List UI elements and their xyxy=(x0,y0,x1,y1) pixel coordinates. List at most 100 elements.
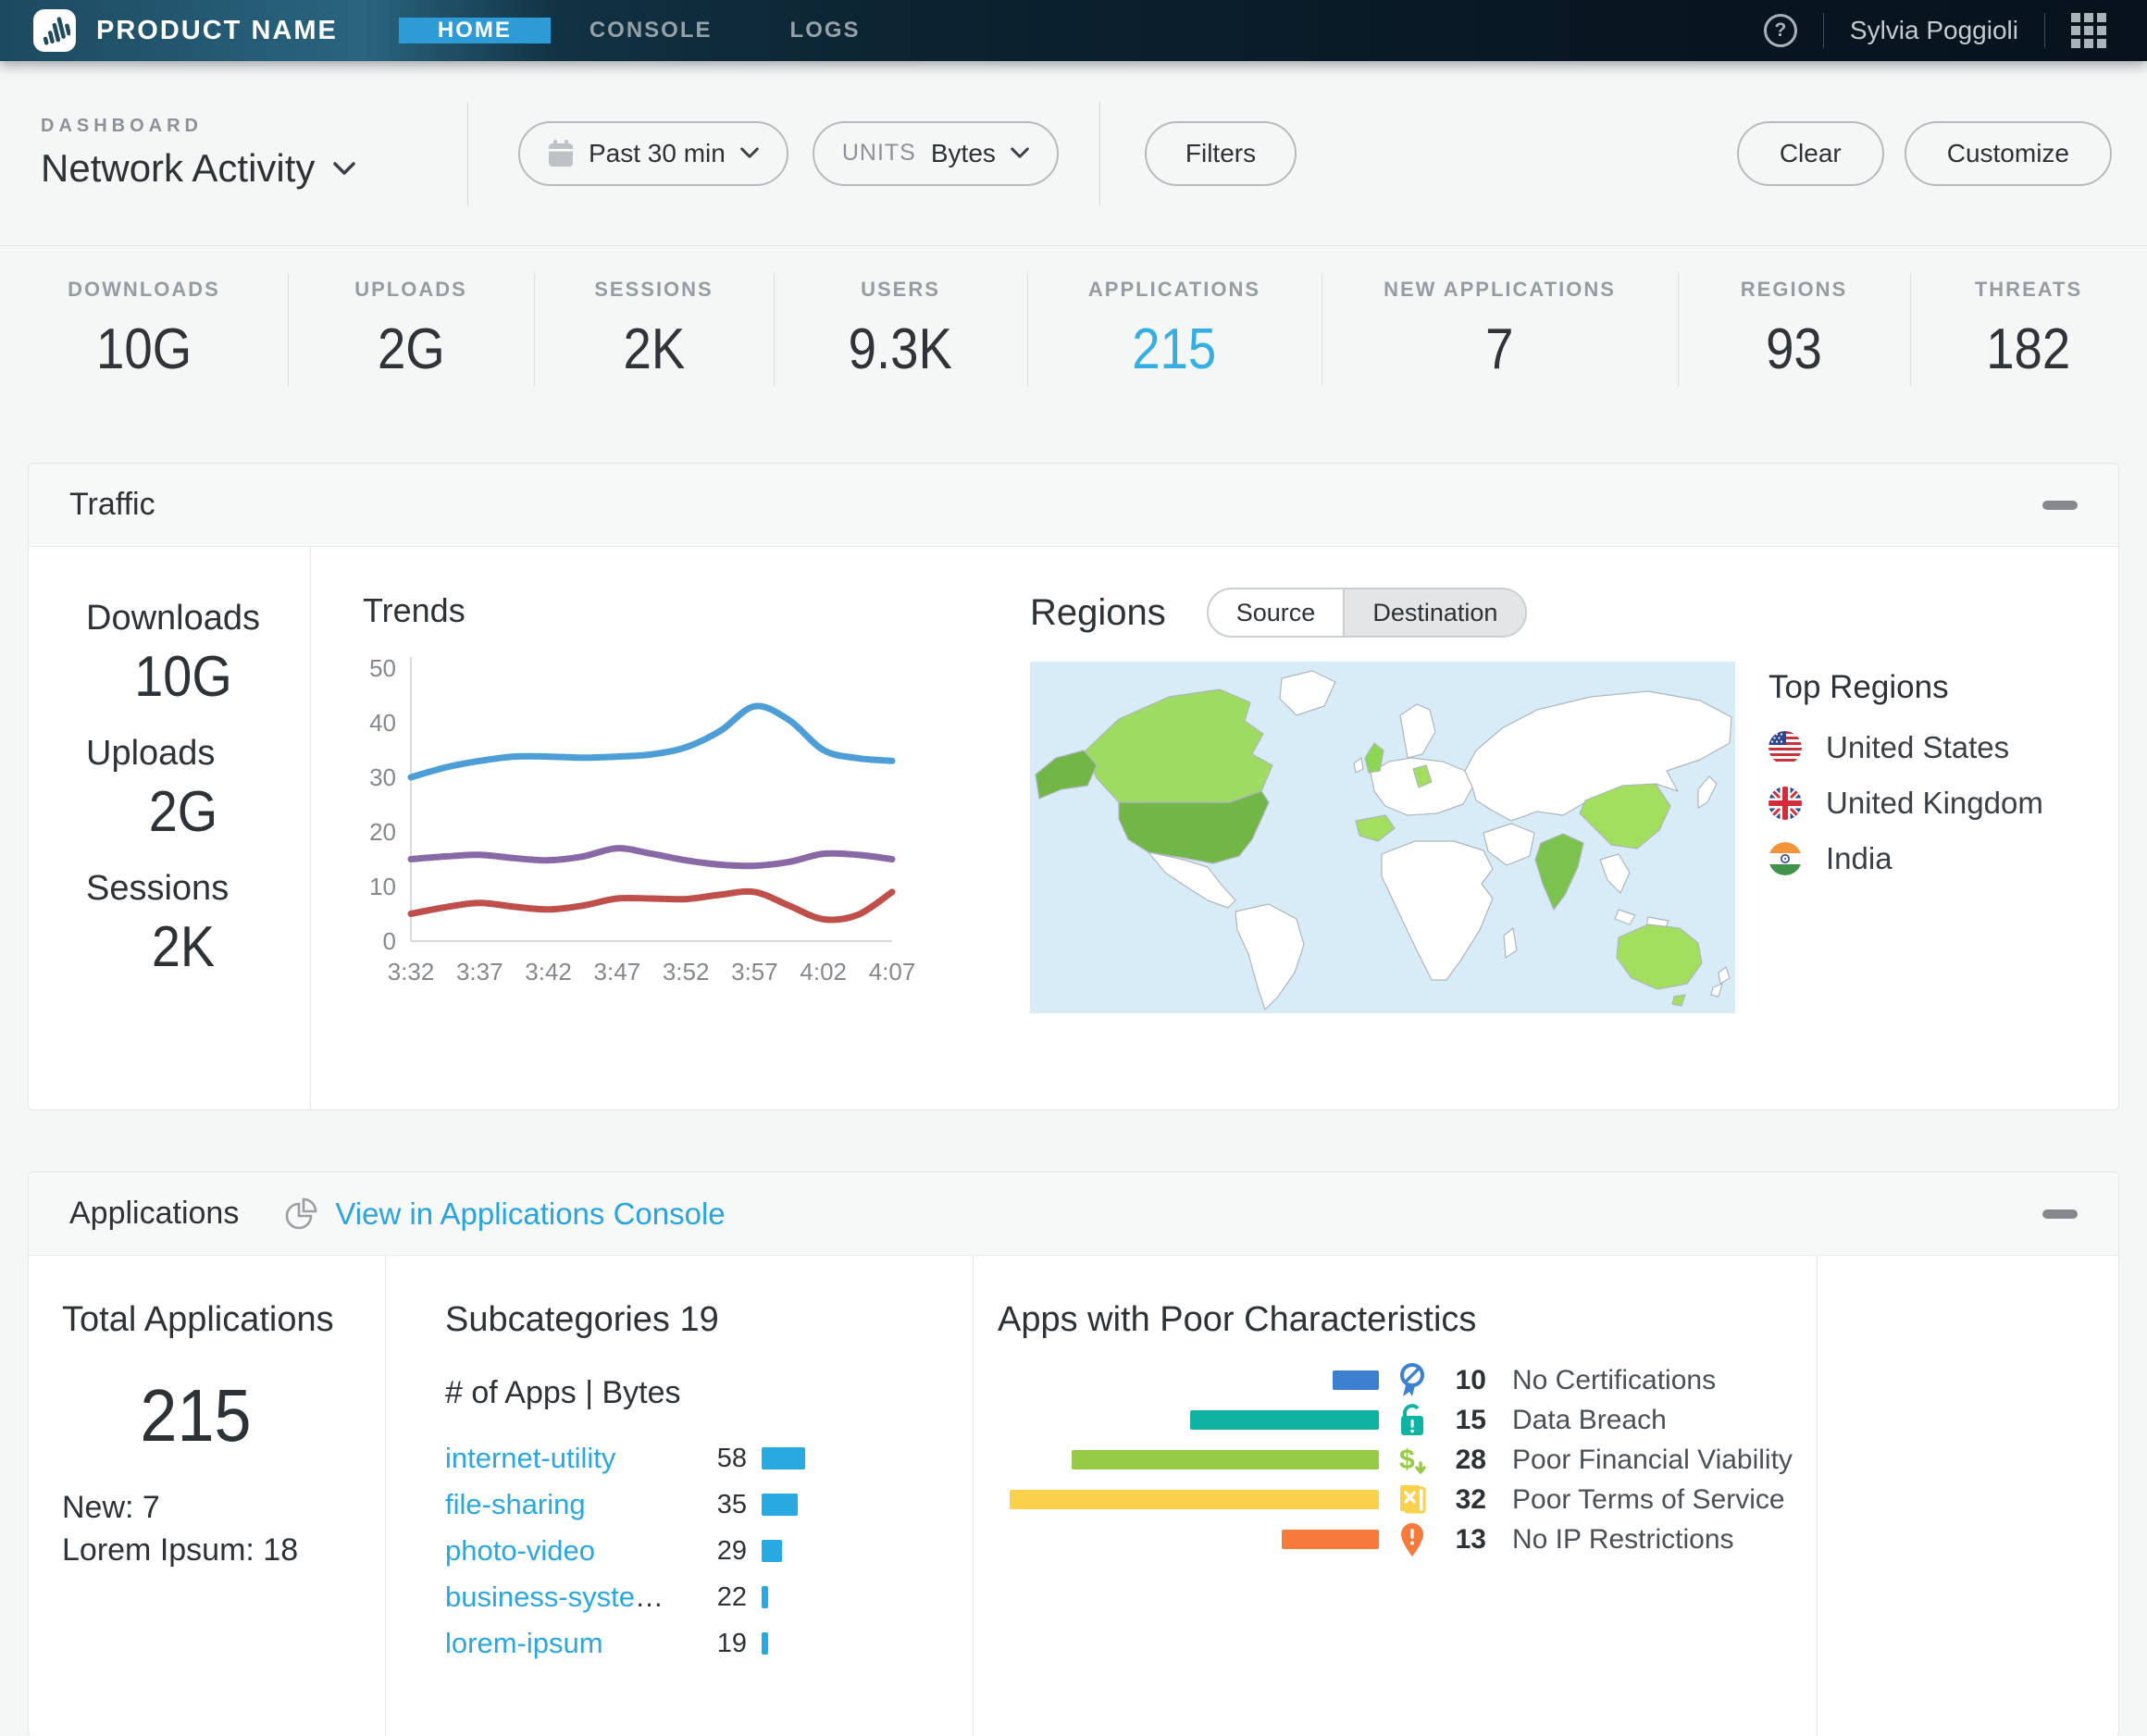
time-range-select[interactable]: Past 30 min xyxy=(518,121,788,186)
total-new-apps: New: 7 xyxy=(62,1486,385,1529)
subcategory-bar xyxy=(762,1447,805,1469)
kpi-threats[interactable]: THREATS 182 xyxy=(1910,246,2147,413)
top-regions-title: Top Regions xyxy=(1768,669,2043,706)
total-applications-title: Total Applications xyxy=(62,1300,385,1340)
product-logo[interactable] xyxy=(33,9,76,52)
list-item-india: India xyxy=(1768,841,2043,876)
kpi-sessions[interactable]: SESSIONS 2K xyxy=(534,246,774,413)
uk-flag-icon xyxy=(1768,787,1802,820)
svg-text:$: $ xyxy=(1399,1445,1415,1475)
source-destination-toggle: Source Destination xyxy=(1207,588,1528,638)
subcategory-link[interactable]: business-syste… xyxy=(445,1581,693,1614)
units-label: UNITS xyxy=(842,140,916,167)
poor-bar xyxy=(1010,1490,1379,1509)
us-flag-icon xyxy=(1768,731,1802,764)
dashboard-eyebrow: DASHBOARD xyxy=(41,116,467,137)
user-menu[interactable]: Sylvia Poggioli xyxy=(1850,16,2018,45)
tab-logs[interactable]: LOGS xyxy=(751,18,900,43)
dashboard-header: DASHBOARD Network Activity Past 30 min U… xyxy=(0,61,2147,246)
certificate-slash-icon xyxy=(1398,1363,1426,1398)
table-row: 13 No IP Restrictions xyxy=(998,1519,1817,1559)
kpi-downloads[interactable]: DOWNLOADS 10G xyxy=(0,246,288,413)
subcategory-bar xyxy=(762,1632,768,1655)
clear-button[interactable]: Clear xyxy=(1737,121,1884,186)
metric-sessions: Sessions 2K xyxy=(86,869,280,980)
total-lorem-ipsum: Lorem Ipsum: 18 xyxy=(62,1529,385,1571)
calendar-icon xyxy=(548,140,574,167)
poor-characteristics-block: Apps with Poor Characteristics 10 No Cer… xyxy=(973,1256,1817,1736)
subcategory-bar xyxy=(762,1494,798,1516)
units-value: Bytes xyxy=(931,139,996,168)
kpi-regions[interactable]: REGIONS 93 xyxy=(1678,246,1910,413)
svg-text:20: 20 xyxy=(369,818,396,846)
regions-title: Regions xyxy=(1030,592,1166,634)
svg-text:10: 10 xyxy=(369,873,396,900)
svg-text:0: 0 xyxy=(383,927,396,955)
table-row: business-syste… 22 xyxy=(445,1574,973,1620)
kpi-uploads[interactable]: UPLOADS 2G xyxy=(288,246,534,413)
subcategory-link[interactable]: photo-video xyxy=(445,1534,693,1568)
subcategory-link[interactable]: internet-utility xyxy=(445,1442,693,1475)
header-divider xyxy=(1099,102,1100,205)
collapse-applications-button[interactable] xyxy=(2042,1209,2078,1219)
collapse-traffic-button[interactable] xyxy=(2042,501,2078,510)
units-select[interactable]: UNITS Bytes xyxy=(813,121,1059,186)
kpi-applications[interactable]: APPLICATIONS 215 xyxy=(1027,246,1322,413)
trends-line-chart: 010203040503:323:373:423:473:523:574:024… xyxy=(363,636,918,1024)
poor-bar xyxy=(1190,1410,1379,1430)
chevron-down-icon xyxy=(333,162,355,176)
traffic-panel: Traffic Downloads 10G Uploads 2G Session… xyxy=(28,463,2119,1110)
metric-downloads: Downloads 10G xyxy=(86,599,280,710)
brand-name: PRODUCT NAME xyxy=(96,16,338,46)
kpi-row: DOWNLOADS 10G UPLOADS 2G SESSIONS 2K USE… xyxy=(0,246,2147,413)
svg-text:3:37: 3:37 xyxy=(456,958,503,986)
help-icon[interactable]: ? xyxy=(1764,14,1797,47)
svg-text:4:02: 4:02 xyxy=(800,958,847,986)
table-row: internet-utility 58 xyxy=(445,1435,973,1482)
traffic-metrics: Downloads 10G Uploads 2G Sessions 2K xyxy=(29,547,311,1110)
kpi-users[interactable]: USERS 9.3K xyxy=(774,246,1027,413)
chevron-down-icon xyxy=(1011,147,1029,159)
customize-button[interactable]: Customize xyxy=(1905,121,2112,186)
time-range-value: Past 30 min xyxy=(589,139,726,168)
total-applications-value: 215 xyxy=(75,1373,316,1458)
applications-panel-title: Applications xyxy=(69,1196,239,1232)
svg-text:50: 50 xyxy=(369,654,396,682)
poor-bar xyxy=(1282,1530,1379,1549)
applications-panel: Applications View in Applications Consol… xyxy=(28,1172,2119,1736)
india-flag-icon xyxy=(1768,842,1802,875)
app-switcher-icon[interactable] xyxy=(2071,13,2106,48)
subcategory-link[interactable]: file-sharing xyxy=(445,1488,693,1521)
dollar-down-icon: $ xyxy=(1397,1443,1427,1478)
world-map[interactable] xyxy=(1030,662,1735,1013)
top-nav: PRODUCT NAME HOME CONSOLE LOGS ? Sylvia … xyxy=(0,0,2147,61)
subcategory-link[interactable]: lorem-ipsum xyxy=(445,1627,693,1660)
poor-characteristics-title: Apps with Poor Characteristics xyxy=(998,1300,1817,1340)
filters-button[interactable]: Filters xyxy=(1145,121,1297,186)
top-regions-list: Top Regions xyxy=(1768,662,2043,1013)
pie-chart-icon xyxy=(283,1197,318,1232)
poor-bar xyxy=(1072,1450,1379,1469)
nav-divider xyxy=(1823,13,1824,48)
dashboard-title-selector[interactable]: Network Activity xyxy=(41,146,467,191)
table-row: photo-video 29 xyxy=(445,1528,973,1574)
table-row: lorem-ipsum 19 xyxy=(445,1620,973,1667)
table-row: file-sharing 35 xyxy=(445,1482,973,1528)
metric-uploads: Uploads 2G xyxy=(86,734,280,845)
svg-text:3:47: 3:47 xyxy=(594,958,641,986)
poor-bar xyxy=(1333,1370,1379,1390)
subcategories-block: Subcategories 19 # of Apps | Bytes inter… xyxy=(385,1256,973,1736)
toggle-source[interactable]: Source xyxy=(1209,589,1344,636)
subcategories-title: Subcategories 19 xyxy=(445,1300,973,1340)
applications-console-link[interactable]: View in Applications Console xyxy=(283,1197,725,1232)
nav-divider xyxy=(2044,13,2045,48)
svg-text:40: 40 xyxy=(369,709,396,737)
trends-title: Trends xyxy=(363,591,1000,630)
tab-home[interactable]: HOME xyxy=(399,18,551,43)
chevron-down-icon xyxy=(740,147,759,159)
kpi-new-applications[interactable]: NEW APPLICATIONS 7 xyxy=(1322,246,1678,413)
toggle-destination[interactable]: Destination xyxy=(1343,589,1525,636)
document-x-icon xyxy=(1398,1483,1426,1517)
tab-console[interactable]: CONSOLE xyxy=(551,18,751,43)
svg-text:3:42: 3:42 xyxy=(525,958,572,986)
